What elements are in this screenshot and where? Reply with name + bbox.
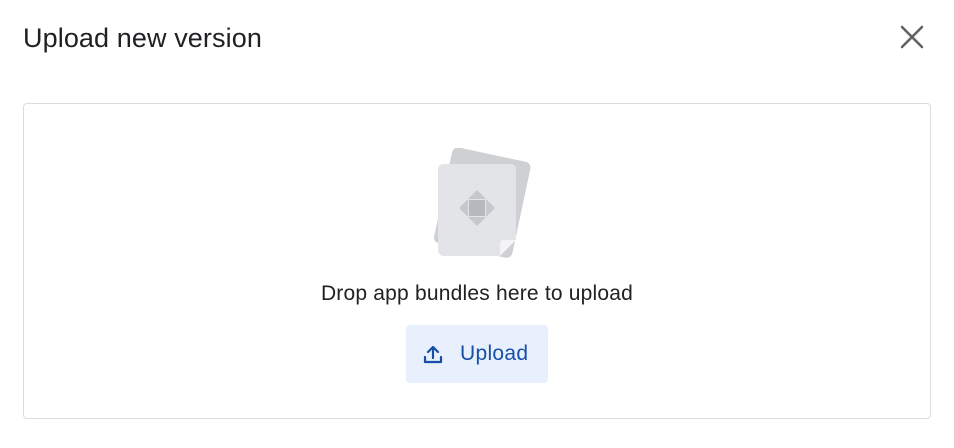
upload-dialog: Upload new version Drop app bundles here… xyxy=(0,0,954,448)
upload-button[interactable]: Upload xyxy=(406,325,548,383)
drop-instruction: Drop app bundles here to upload xyxy=(320,282,634,305)
app-bundle-file-icon xyxy=(424,147,534,260)
file-dropzone[interactable]: Drop app bundles here to upload Upload xyxy=(23,103,931,419)
close-button[interactable] xyxy=(890,15,934,59)
upload-button-label: Upload xyxy=(460,342,529,365)
close-icon xyxy=(900,25,924,49)
upload-icon xyxy=(422,343,444,365)
dialog-title: Upload new version xyxy=(23,23,262,53)
